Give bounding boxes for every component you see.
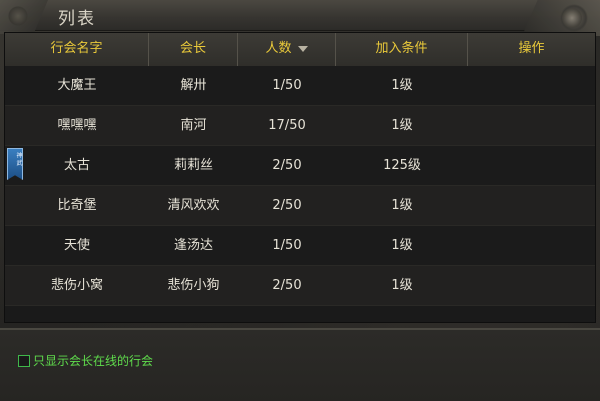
requirement-cell: 125级 <box>383 158 421 173</box>
header-leader-label: 会长 <box>179 41 206 56</box>
members-cell: 2/50 <box>272 198 302 213</box>
header-leader[interactable]: 会长 <box>149 33 238 66</box>
members-cell: 2/50 <box>272 158 302 173</box>
requirement-cell: 1级 <box>391 118 413 133</box>
leader-cell: 清风欢欢 <box>167 198 220 213</box>
header-requirement-label: 加入条件 <box>375 41 428 56</box>
header-action: 操作 <box>468 33 595 66</box>
requirement-cell: 1级 <box>391 78 413 93</box>
corner-ornament-left <box>0 0 48 34</box>
table-row[interactable]: 嘿嘿嘿 南河 17/50 1级 <box>5 106 595 146</box>
members-cell: 1/50 <box>272 78 302 93</box>
header-guild-name[interactable]: 行会名字 <box>5 33 149 66</box>
dragon-ornament-icon <box>522 0 600 36</box>
requirement-cell: 1级 <box>391 238 413 253</box>
leader-cell: 解卅 <box>180 78 207 93</box>
table-row[interactable]: 天使 逢汤达 1/50 1级 <box>5 226 595 266</box>
table-row[interactable]: 大魔王 解卅 1/50 1级 <box>5 66 595 106</box>
header-action-label: 操作 <box>518 41 545 56</box>
window-title: 列表 <box>58 9 96 29</box>
members-cell: 17/50 <box>268 118 306 133</box>
guild-table: 行会名字 会长 人数 加入条件 操作 大魔王 解卅 1/50 1级 嘿嘿嘿 南河 <box>4 32 596 323</box>
header-members-label: 人数 <box>265 41 292 56</box>
members-cell: 2/50 <box>272 278 302 293</box>
guild-name-cell: 比奇堡 <box>57 198 97 213</box>
requirement-cell: 1级 <box>391 198 413 213</box>
requirement-cell: 1级 <box>391 278 413 293</box>
leader-cell: 莉莉丝 <box>173 158 213 173</box>
members-cell: 1/50 <box>272 238 302 253</box>
online-only-checkbox[interactable] <box>18 355 30 367</box>
header-guild-name-label: 行会名字 <box>50 41 103 56</box>
table-row[interactable]: 悲伤小窝 悲伤小狗 2/50 1级 <box>5 266 595 306</box>
online-only-label[interactable]: 只显示会长在线的行会 <box>33 352 153 369</box>
footer-bar: 只显示会长在线的行会 <box>0 328 600 401</box>
guild-list-window: 列表 行会名字 会长 人数 加入条件 操作 大魔王 解卅 1/50 1级 嘿嘿嘿… <box>0 0 600 401</box>
guild-name-cell: 天使 <box>63 238 90 253</box>
guild-name-cell: 太古 <box>63 158 90 173</box>
table-row[interactable]: 比奇堡 清风欢欢 2/50 1级 <box>5 186 595 226</box>
leader-cell: 南河 <box>180 118 207 133</box>
title-bar: 列表 <box>0 0 600 36</box>
guild-name-cell: 嘿嘿嘿 <box>57 118 97 133</box>
guild-name-cell: 大魔王 <box>57 78 97 93</box>
header-members[interactable]: 人数 <box>238 33 336 66</box>
leader-cell: 悲伤小狗 <box>167 278 220 293</box>
table-row[interactable]: 神 武 太古 莉莉丝 2/50 125级 <box>5 146 595 186</box>
guild-name-cell: 悲伤小窝 <box>50 278 103 293</box>
header-requirement[interactable]: 加入条件 <box>336 33 468 66</box>
leader-cell: 逢汤达 <box>173 238 213 253</box>
table-header: 行会名字 会长 人数 加入条件 操作 <box>5 33 595 67</box>
sort-descending-icon <box>297 45 308 52</box>
